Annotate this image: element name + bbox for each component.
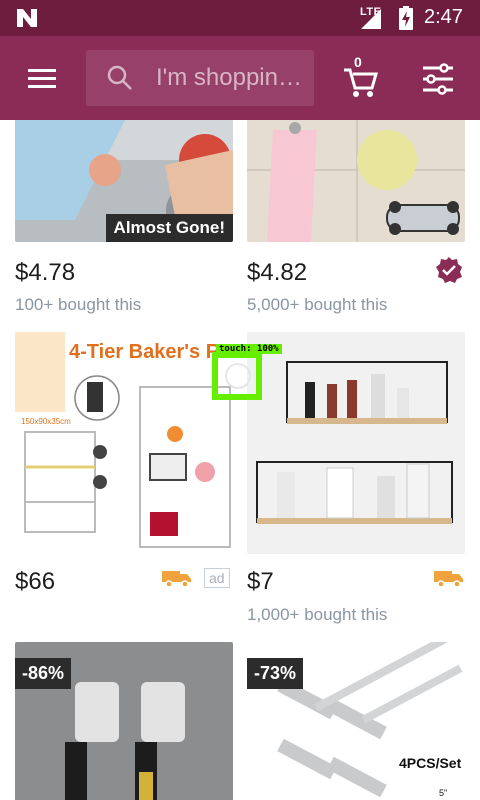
bought-count: 1,000+ bought this (247, 605, 388, 624)
battery-charging-icon (399, 6, 413, 30)
cart-count: 0 (354, 54, 362, 70)
app-bar: I'm shopping for... 0 (0, 36, 480, 120)
product-image[interactable]: -86% (15, 642, 233, 800)
ad-label: ad (204, 568, 230, 588)
search-bar[interactable]: I'm shopping for... (86, 50, 314, 106)
product-price: $66 (15, 568, 56, 595)
search-icon (107, 65, 132, 90)
filter-icon[interactable] (420, 62, 456, 96)
product-price: $4.78 (15, 259, 76, 286)
discount-badge: -73% (247, 658, 304, 689)
product-price: $4.82 (247, 259, 308, 286)
product-image[interactable] (247, 332, 465, 554)
touch-ring (225, 363, 251, 389)
bought-count: 100+ bought this (15, 295, 142, 314)
search-placeholder: I'm shopping for... (156, 64, 306, 91)
almost-gone-badge: Almost Gone! (105, 214, 233, 242)
signal-icon (361, 9, 381, 29)
dimension-label: 5" (439, 788, 447, 798)
discount-badge: -86% (15, 658, 72, 689)
shipping-truck-icon (434, 571, 463, 588)
product-image[interactable]: 4PCS/Set 5" -73% (247, 642, 465, 800)
verified-badge-icon (436, 257, 462, 283)
bakers-rack-photo: 4-Tier Baker's Rack 150x90x35cm (15, 332, 233, 554)
product-feed[interactable]: Almost Gone! $4.78 100+ bought this $4.8… (0, 120, 480, 800)
rack-dims: 150x90x35cm (21, 417, 71, 426)
product-image[interactable] (247, 120, 465, 242)
product-image[interactable]: 4-Tier Baker's Rack 150x90x35cm (15, 332, 233, 554)
shipping-truck-icon (162, 571, 191, 588)
product-image[interactable]: Almost Gone! (15, 120, 233, 242)
clock: 2:47 (424, 6, 463, 28)
bought-count: 5,000+ bought this (247, 295, 388, 314)
menu-icon[interactable] (22, 62, 62, 94)
rack-headline: 4-Tier Baker's Rack (69, 341, 233, 363)
product-price: $7 (247, 568, 274, 595)
android-n-logo-icon (17, 9, 37, 27)
set-label: 4PCS/Set (399, 755, 462, 771)
status-bar: LTE 2:47 (0, 0, 480, 36)
touch-label: touch: 100% (216, 344, 282, 354)
wall-shelves-photo (247, 332, 465, 554)
towel-hooks-photo (247, 120, 465, 242)
touch-indicator: touch: 100% (212, 344, 282, 400)
